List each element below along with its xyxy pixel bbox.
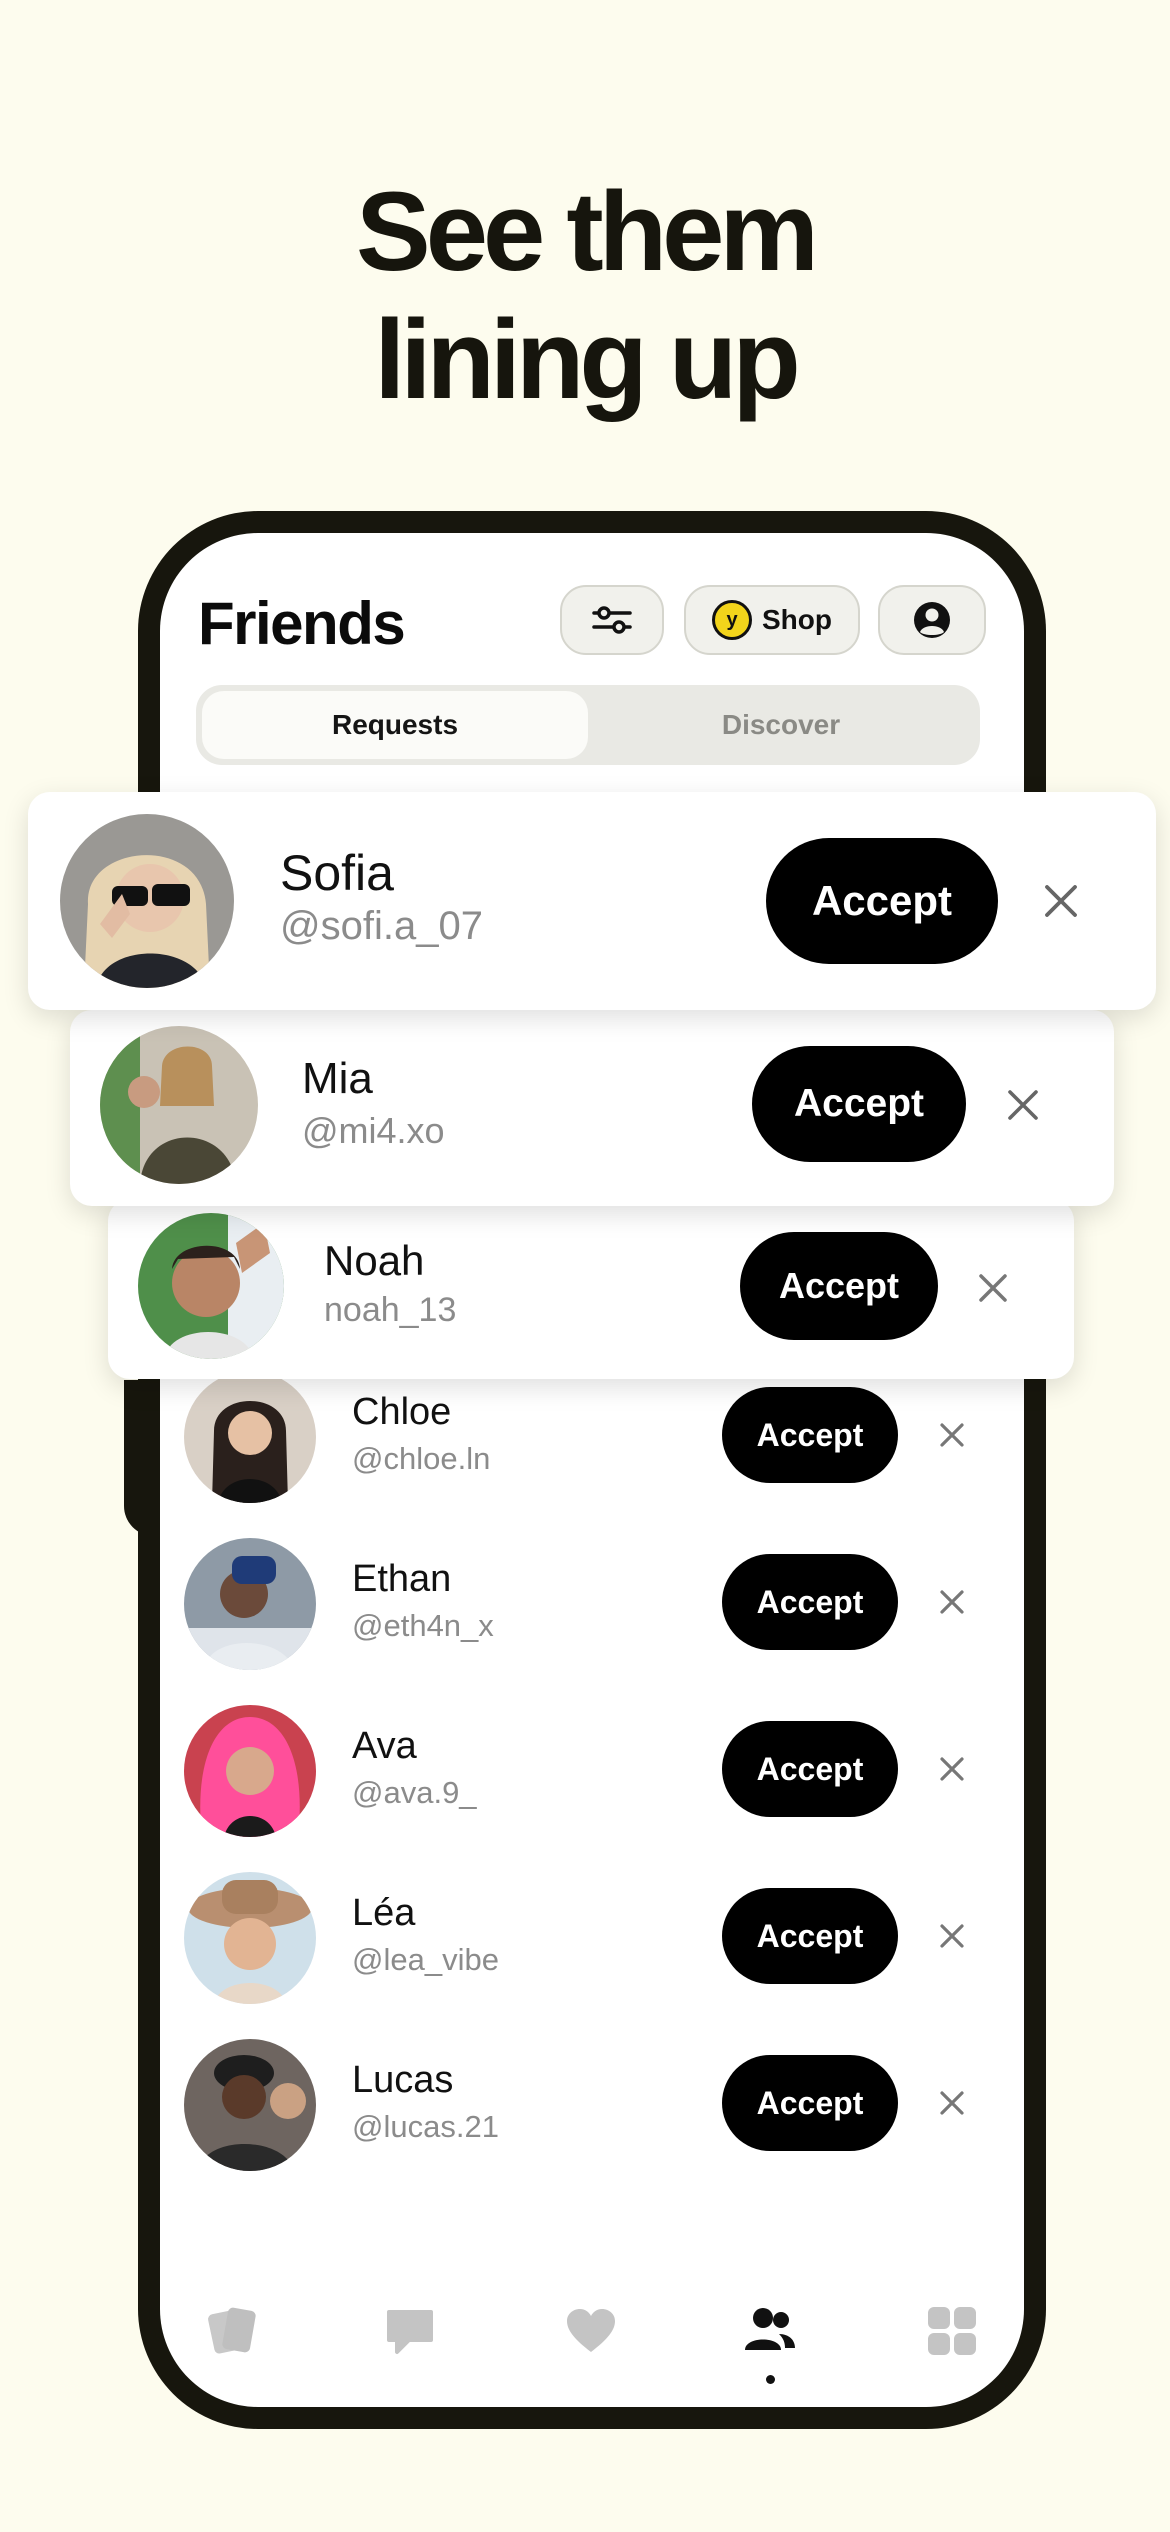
request-name: Chloe	[352, 1391, 452, 1433]
accept-button[interactable]: Accept	[722, 2055, 898, 2151]
avatar	[138, 1213, 284, 1359]
close-icon	[940, 1423, 964, 1447]
filter-button[interactable]	[560, 585, 664, 655]
request-handle: @lucas.21	[352, 2109, 499, 2144]
decline-button[interactable]	[1034, 874, 1088, 928]
grid-icon	[928, 2307, 976, 2355]
decline-button[interactable]	[928, 1745, 976, 1793]
request-handle: noah_13	[324, 1291, 457, 1329]
tab-friends[interactable]	[730, 2291, 810, 2384]
shop-button[interactable]: y Shop	[684, 585, 860, 655]
profile-icon	[914, 602, 950, 638]
avatar	[100, 1026, 258, 1184]
accept-button[interactable]: Accept	[722, 1888, 898, 1984]
list-item: Lucas @lucas.21 Accept	[160, 2039, 1024, 2179]
avatar	[60, 814, 234, 988]
decline-button[interactable]	[928, 2079, 976, 2127]
request-card-mia: Mia @mi4.xo Accept	[70, 1010, 1114, 1206]
list-item: Chloe @chloe.ln Accept	[160, 1371, 1024, 1511]
tab-requests[interactable]: Requests	[202, 691, 588, 759]
request-name: Sofia	[280, 845, 394, 901]
coin-icon: y	[712, 600, 752, 640]
decline-button[interactable]	[928, 1578, 976, 1626]
request-handle: @lea_vibe	[352, 1942, 499, 1977]
request-name: Noah	[324, 1237, 425, 1284]
avatar	[184, 2039, 316, 2171]
cards-icon	[208, 2307, 256, 2354]
avatar	[184, 1705, 316, 1837]
request-name: Lucas	[352, 2059, 454, 2101]
request-name: Mia	[302, 1054, 373, 1103]
request-handle: @sofi.a_07	[280, 904, 483, 948]
accept-button[interactable]: Accept	[740, 1232, 938, 1340]
avatar	[184, 1371, 316, 1503]
headline-line-1: See them	[356, 169, 819, 294]
decline-button[interactable]	[928, 1912, 976, 1960]
request-name: Ava	[352, 1725, 417, 1767]
accept-button[interactable]: Accept	[722, 1721, 898, 1817]
request-name: Léa	[352, 1892, 416, 1934]
active-tab-indicator	[766, 2375, 775, 2384]
request-handle: @mi4.xo	[302, 1110, 445, 1151]
decline-button[interactable]	[968, 1263, 1018, 1313]
request-handle: @ava.9_	[352, 1775, 477, 1810]
list-item: Léa @lea_vibe Accept	[160, 1872, 1024, 2012]
tab-likes[interactable]	[551, 2291, 631, 2371]
avatar	[184, 1872, 316, 2004]
close-icon	[940, 1757, 964, 1781]
accept-button[interactable]: Accept	[766, 838, 998, 964]
accept-button[interactable]: Accept	[722, 1554, 898, 1650]
request-handle: @eth4n_x	[352, 1608, 494, 1643]
headline: See them lining up	[0, 168, 1170, 424]
request-card-noah: Noah noah_13 Accept	[108, 1199, 1074, 1379]
friends-icon	[745, 2308, 795, 2350]
accept-button[interactable]: Accept	[752, 1046, 966, 1162]
shop-label: Shop	[762, 604, 832, 635]
tab-grid[interactable]	[912, 2291, 992, 2371]
close-icon	[940, 1924, 964, 1948]
avatar	[184, 1538, 316, 1670]
decline-button[interactable]	[928, 1411, 976, 1459]
close-icon	[1045, 885, 1077, 917]
heart-icon	[567, 2309, 615, 2352]
headline-line-2: lining up	[374, 297, 801, 422]
request-handle: @chloe.ln	[352, 1441, 491, 1476]
tab-bar	[160, 2281, 1024, 2391]
request-card-sofia: Sofia @sofi.a_07 Accept	[28, 792, 1156, 1010]
close-icon	[979, 1274, 1007, 1302]
decline-button[interactable]	[998, 1080, 1048, 1130]
request-name: Ethan	[352, 1558, 452, 1600]
close-icon	[940, 1590, 964, 1614]
profile-button[interactable]	[878, 585, 986, 655]
list-item: Ava @ava.9_ Accept	[160, 1705, 1024, 1845]
close-icon	[940, 2091, 964, 2115]
tab-cards[interactable]	[192, 2291, 272, 2371]
tab-discover[interactable]: Discover	[588, 691, 974, 759]
list-item: Ethan @eth4n_x Accept	[160, 1538, 1024, 1678]
tab-chat[interactable]	[370, 2291, 450, 2371]
chat-icon	[387, 2310, 433, 2354]
sliders-icon	[592, 606, 632, 634]
segmented-control: Requests Discover	[196, 685, 980, 765]
accept-button[interactable]: Accept	[722, 1387, 898, 1483]
close-icon	[1008, 1090, 1038, 1120]
page-title: Friends	[198, 590, 406, 657]
